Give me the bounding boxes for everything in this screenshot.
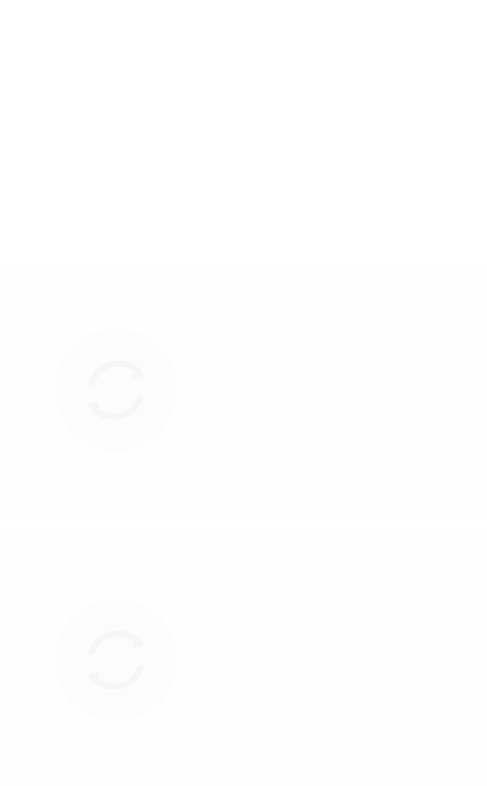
- refresh-icon: [56, 330, 176, 450]
- screen: [0, 0, 487, 786]
- refresh-icon: [56, 600, 176, 720]
- faded-card-2[interactable]: [0, 536, 487, 786]
- faded-card-1[interactable]: [0, 268, 487, 514]
- blank-header-area: [0, 0, 487, 262]
